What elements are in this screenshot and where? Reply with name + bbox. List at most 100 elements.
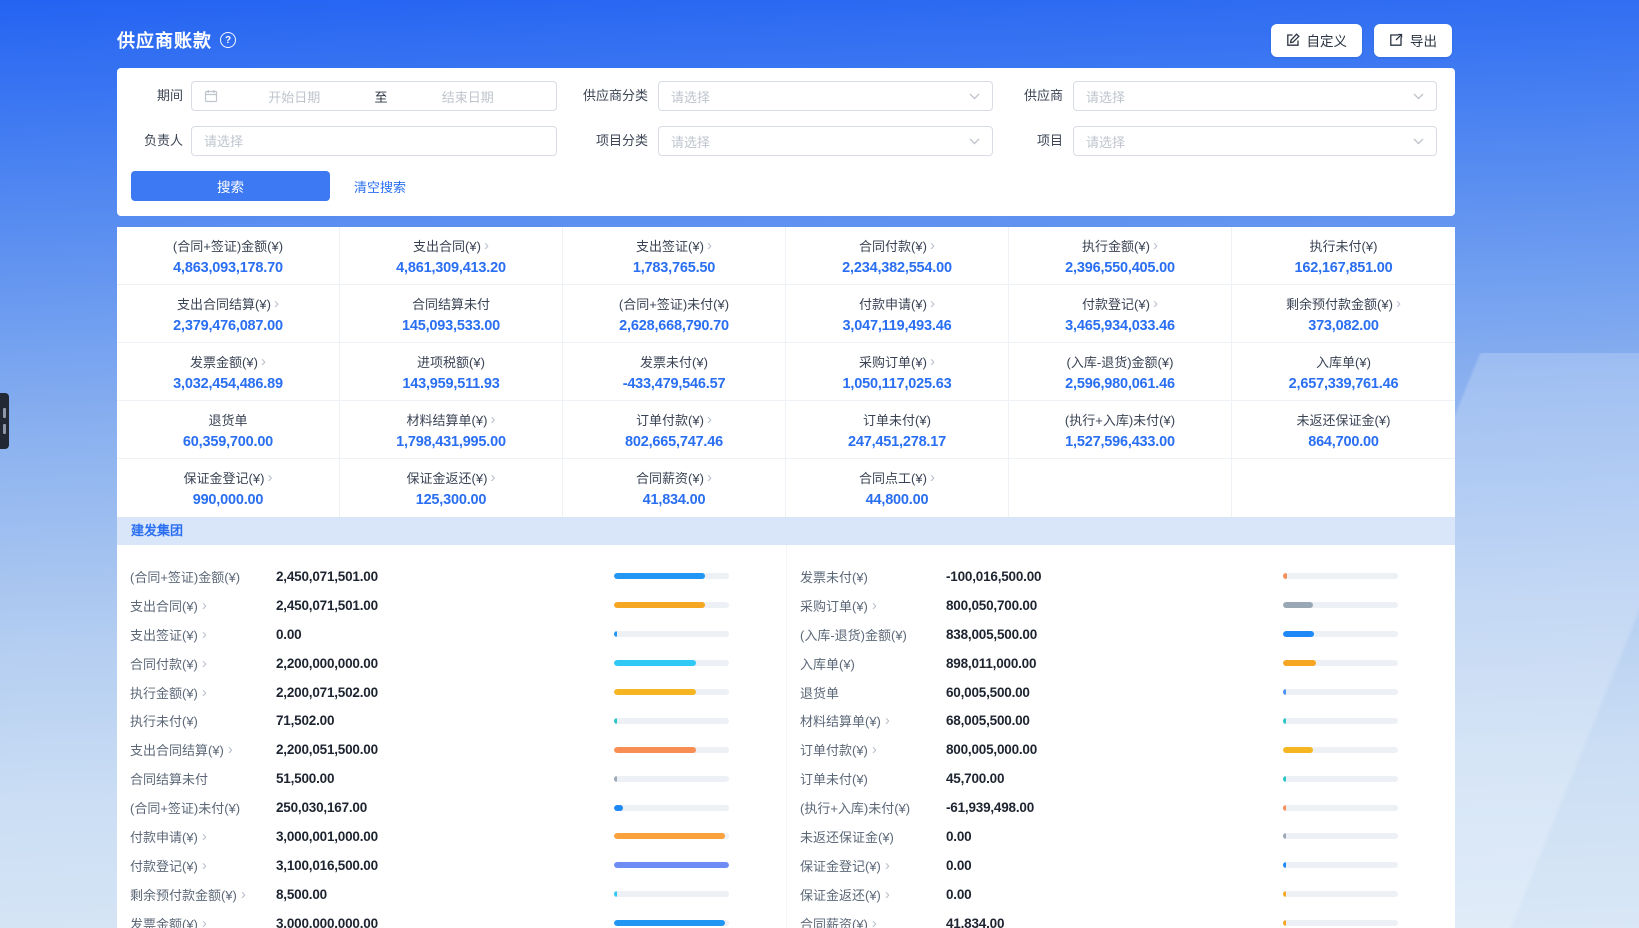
summary-card[interactable]: 支出合同结算(¥) › 2,379,476,087.00	[117, 285, 340, 343]
summary-card-label: 保证金登记(¥)	[184, 468, 265, 487]
supplier-category-select[interactable]: 请选择	[658, 81, 993, 111]
chevron-right-icon[interactable]: ›	[202, 656, 207, 671]
detail-row-value: 45,700.00	[946, 771, 1156, 786]
detail-row-label[interactable]: 支出合同(¥)	[130, 596, 198, 615]
detail-row-label[interactable]: 发票金额(¥)	[130, 914, 198, 928]
chevron-right-icon[interactable]: ›	[707, 412, 712, 427]
chevron-right-icon[interactable]: ›	[202, 598, 207, 613]
chevron-right-icon[interactable]: ›	[872, 598, 877, 613]
supplier-select[interactable]: 请选择	[1073, 81, 1437, 111]
chevron-right-icon[interactable]: ›	[267, 470, 272, 485]
detail-row: 执行未付(¥) › 71,502.00	[117, 706, 786, 735]
side-drawer-handle[interactable]	[0, 393, 9, 449]
detail-row-label[interactable]: 支出合同结算(¥)	[130, 740, 224, 759]
detail-row-label[interactable]: 材料结算单(¥)	[800, 711, 881, 730]
chevron-right-icon[interactable]: ›	[707, 470, 712, 485]
summary-card[interactable]: 付款申请(¥) › 3,047,119,493.46	[786, 285, 1009, 343]
chevron-right-icon[interactable]: ›	[1153, 296, 1158, 311]
chevron-right-icon[interactable]: ›	[1153, 238, 1158, 253]
chevron-right-icon[interactable]: ›	[930, 296, 935, 311]
detail-row: 合同付款(¥) › 2,200,000,000.00	[117, 649, 786, 678]
summary-card-value: 1,798,431,995.00	[396, 434, 506, 450]
chevron-right-icon[interactable]: ›	[274, 296, 279, 311]
summary-card-label: 材料结算单(¥)	[407, 410, 488, 429]
summary-card[interactable]: 付款登记(¥) › 3,465,934,033.46	[1009, 285, 1232, 343]
period-label: 期间	[131, 81, 183, 111]
summary-card[interactable]: 订单付款(¥) › 802,665,747.46	[563, 401, 786, 459]
summary-card[interactable]: 合同付款(¥) › 2,234,382,554.00	[786, 227, 1009, 285]
chevron-right-icon[interactable]: ›	[707, 238, 712, 253]
chevron-right-icon[interactable]: ›	[930, 470, 935, 485]
detail-row-label[interactable]: 支出签证(¥)	[130, 625, 198, 644]
detail-row-value: 8,500.00	[276, 887, 486, 902]
customize-button[interactable]: 自定义	[1271, 24, 1363, 57]
detail-row-label[interactable]: 剩余预付款金额(¥)	[130, 885, 237, 904]
project-category-select[interactable]: 请选择	[658, 126, 993, 156]
summary-card[interactable]: 支出签证(¥) › 1,783,765.50	[563, 227, 786, 285]
chevron-right-icon[interactable]: ›	[484, 238, 489, 253]
detail-row-label[interactable]: 保证金返还(¥)	[800, 885, 881, 904]
chevron-right-icon[interactable]: ›	[885, 887, 890, 902]
chevron-right-icon[interactable]: ›	[872, 742, 877, 757]
summary-card: 执行未付(¥) › 162,167,851.00	[1232, 227, 1455, 285]
clear-search-link[interactable]: 清空搜索	[354, 177, 406, 196]
detail-row-value: 838,005,500.00	[946, 627, 1156, 642]
detail-row-label[interactable]: 付款申请(¥)	[130, 827, 198, 846]
chevron-right-icon[interactable]: ›	[228, 742, 233, 757]
chevron-right-icon[interactable]: ›	[930, 238, 935, 253]
summary-card[interactable]: 合同点工(¥) › 44,800.00	[786, 459, 1009, 517]
select-placeholder: 请选择	[671, 87, 710, 106]
chevron-right-icon[interactable]: ›	[885, 713, 890, 728]
date-range-picker[interactable]: 开始日期 至 结束日期	[191, 81, 557, 111]
help-icon[interactable]: ?	[220, 32, 236, 48]
summary-card[interactable]: 执行金额(¥) › 2,396,550,405.00	[1009, 227, 1232, 285]
owner-input[interactable]	[191, 126, 557, 156]
summary-card-value: 2,379,476,087.00	[173, 318, 283, 334]
summary-card-label: 合同点工(¥)	[859, 468, 927, 487]
summary-card[interactable]: 合同薪资(¥) › 41,834.00	[563, 459, 786, 517]
detail-row-label[interactable]: 执行金额(¥)	[130, 683, 198, 702]
summary-card[interactable]: 剩余预付款金额(¥) › 373,082.00	[1232, 285, 1455, 343]
summary-card[interactable]: 发票金额(¥) › 3,032,454,486.89	[117, 343, 340, 401]
detail-row-value: 0.00	[946, 887, 1156, 902]
chevron-right-icon[interactable]: ›	[930, 354, 935, 369]
progress-bar	[614, 862, 729, 868]
detail-row-label[interactable]: 合同薪资(¥)	[800, 914, 868, 928]
summary-card[interactable]: 保证金返还(¥) › 125,300.00	[340, 459, 563, 517]
chevron-right-icon[interactable]: ›	[202, 685, 207, 700]
detail-row-label[interactable]: 合同付款(¥)	[130, 654, 198, 673]
summary-card[interactable]: 采购订单(¥) › 1,050,117,025.63	[786, 343, 1009, 401]
search-button[interactable]: 搜索	[131, 171, 330, 201]
detail-row-label[interactable]: 订单付款(¥)	[800, 740, 868, 759]
chevron-right-icon[interactable]: ›	[261, 354, 266, 369]
chevron-right-icon[interactable]: ›	[202, 916, 207, 928]
export-icon	[1389, 33, 1403, 47]
detail-row-label[interactable]: 采购订单(¥)	[800, 596, 868, 615]
page: 供应商账款 ? 自定义	[0, 0, 1639, 928]
chevron-right-icon[interactable]: ›	[202, 627, 207, 642]
summary-card-value: 3,465,934,033.46	[1065, 318, 1175, 334]
export-button[interactable]: 导出	[1374, 24, 1452, 57]
detail-row: 入库单(¥) › 898,011,000.00	[787, 649, 1455, 678]
detail-row-label[interactable]: 付款登记(¥)	[130, 856, 198, 875]
chevron-right-icon[interactable]: ›	[1396, 296, 1401, 311]
chevron-right-icon[interactable]: ›	[241, 887, 246, 902]
detail-row-label[interactable]: 保证金登记(¥)	[800, 856, 881, 875]
summary-card-value: 1,527,596,433.00	[1065, 434, 1175, 450]
detail-row: 发票未付(¥) › -100,016,500.00	[787, 562, 1455, 591]
detail-row-label: 合同结算未付	[130, 769, 208, 788]
summary-card: 入库单(¥) › 2,657,339,761.46	[1232, 343, 1455, 401]
project-select[interactable]: 请选择	[1073, 126, 1437, 156]
detail-row: 退货单 › 60,005,500.00	[787, 678, 1455, 707]
chevron-right-icon[interactable]: ›	[885, 858, 890, 873]
chevron-right-icon[interactable]: ›	[202, 829, 207, 844]
chevron-right-icon[interactable]: ›	[872, 916, 877, 928]
summary-card[interactable]: 支出合同(¥) › 4,861,309,413.20	[340, 227, 563, 285]
summary-card[interactable]: 保证金登记(¥) › 990,000.00	[117, 459, 340, 517]
summary-card[interactable]: 材料结算单(¥) › 1,798,431,995.00	[340, 401, 563, 459]
chevron-right-icon[interactable]: ›	[490, 470, 495, 485]
supplier-label: 供应商	[993, 81, 1063, 111]
chevron-right-icon[interactable]: ›	[490, 412, 495, 427]
summary-card-value: 4,861,309,413.20	[396, 260, 506, 276]
chevron-right-icon[interactable]: ›	[202, 858, 207, 873]
